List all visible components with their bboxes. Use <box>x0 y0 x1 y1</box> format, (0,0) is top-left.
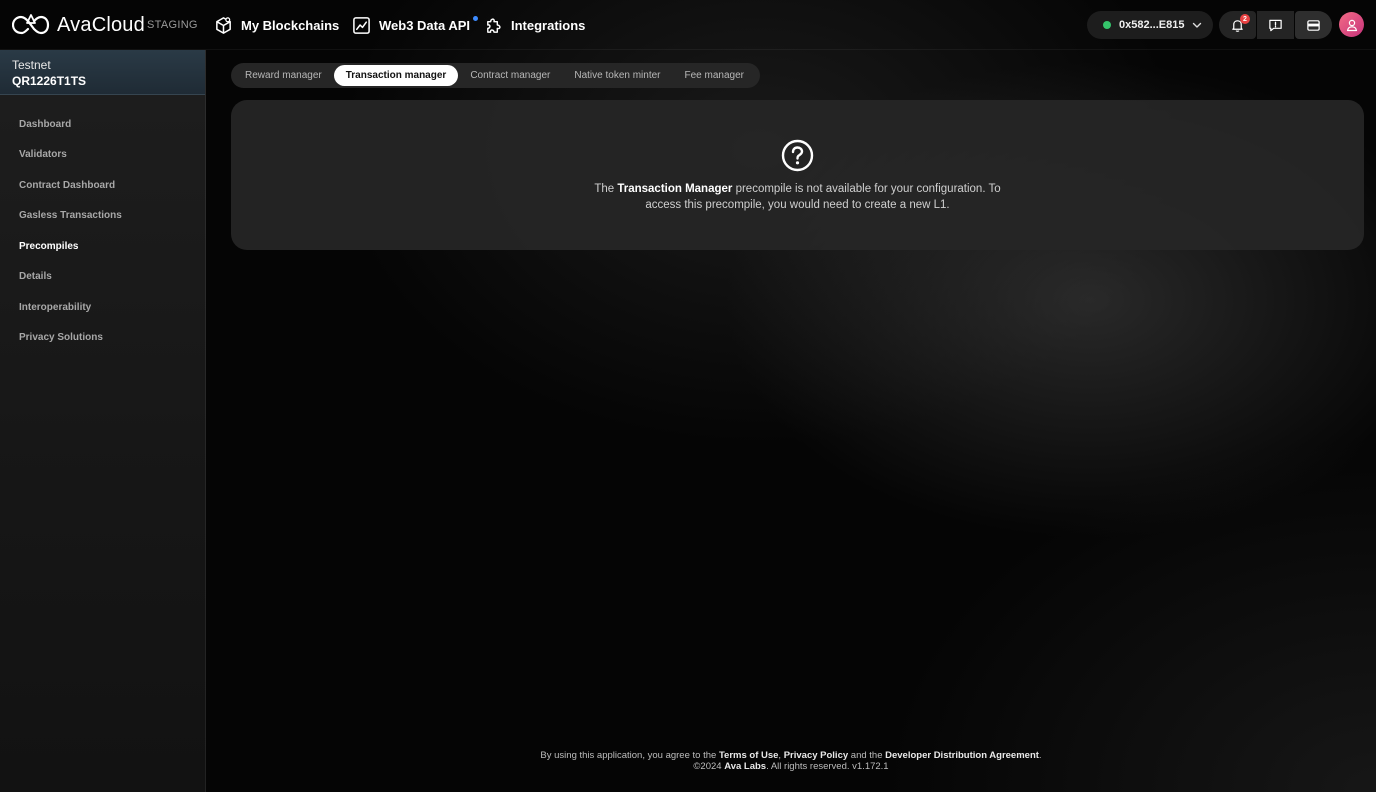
blockchain-cube-icon <box>216 16 231 34</box>
project-selector[interactable]: Testnet QR1226T1TS <box>0 50 205 95</box>
sidebar-item-gasless-transactions[interactable]: Gasless Transactions <box>0 201 205 232</box>
app-name: AvaCloud <box>57 13 145 36</box>
wallet-button[interactable] <box>1295 11 1332 39</box>
rights-text: . All rights reserved. <box>766 761 853 772</box>
message-line-1-rest: precompile is not available for your con… <box>732 183 1001 195</box>
sidebar-item-interoperability[interactable]: Interoperability <box>0 292 205 323</box>
unavailable-message-line-1: The Transaction Manager precompile is no… <box>231 181 1364 197</box>
new-indicator-dot <box>473 15 479 21</box>
sidebar-item-precompiles[interactable]: Precompiles <box>0 231 205 262</box>
sidebar-item-contract-dashboard[interactable]: Contract Dashboard <box>0 170 205 201</box>
privacy-policy-link[interactable]: Privacy Policy <box>784 750 848 761</box>
environment-label: STAGING <box>147 19 198 31</box>
tab-fee-manager[interactable]: Fee manager <box>673 65 756 86</box>
avacloud-logo-icon <box>12 14 50 35</box>
nav-integrations[interactable]: Integrations <box>484 13 585 37</box>
puzzle-icon <box>487 17 501 33</box>
connection-status-dot <box>1103 21 1111 29</box>
precompile-tabs: Reward manager Transaction manager Contr… <box>231 63 760 88</box>
project-name: QR1226T1TS <box>12 74 87 88</box>
header-action-icons: 2 <box>1219 11 1333 39</box>
footer-text-3: . <box>1038 750 1042 761</box>
nav-my-blockchains-label: My Blockchains <box>241 17 340 33</box>
feedback-icon <box>1269 19 1282 31</box>
nav-web3-data-api[interactable]: Web3 Data API <box>352 13 479 37</box>
footer-copyright-line: ©2024 Ava Labs. All rights reserved. v1.… <box>206 761 1376 772</box>
sidebar: Testnet QR1226T1TS Dashboard Validators … <box>0 50 206 792</box>
wallet-selector[interactable]: 0x582...E815 <box>1087 11 1213 39</box>
sidebar-nav: Dashboard Validators Contract Dashboard … <box>0 95 205 353</box>
notification-count-badge: 2 <box>1240 14 1250 24</box>
unavailable-notice-card: The Transaction Manager precompile is no… <box>231 100 1364 250</box>
sidebar-item-dashboard[interactable]: Dashboard <box>0 109 205 140</box>
user-avatar[interactable] <box>1339 12 1364 37</box>
user-avatar-icon <box>1346 19 1357 31</box>
chevron-down-icon <box>1193 22 1202 28</box>
sidebar-item-privacy-solutions[interactable]: Privacy Solutions <box>0 323 205 354</box>
top-bar: AvaCloud STAGING My Blockchains Web3 Dat… <box>0 0 1376 50</box>
precompile-name: Transaction Manager <box>617 183 733 195</box>
nav-integrations-label: Integrations <box>511 17 586 33</box>
feedback-button[interactable] <box>1257 11 1294 39</box>
chart-trend-icon <box>353 16 370 34</box>
unavailable-message: The Transaction Manager precompile is no… <box>231 181 1364 213</box>
tab-native-token-minter[interactable]: Native token minter <box>562 65 672 86</box>
avacloud-logo[interactable]: AvaCloud <box>12 11 145 39</box>
terms-of-use-link[interactable]: Terms of Use <box>719 750 778 761</box>
project-network: Testnet <box>12 58 51 72</box>
tab-reward-manager[interactable]: Reward manager <box>233 65 334 86</box>
wallet-address: 0x582...E815 <box>1119 19 1185 31</box>
question-circle-icon <box>781 139 814 172</box>
app-version: v1.172.1 <box>852 761 889 772</box>
sidebar-item-validators[interactable]: Validators <box>0 140 205 171</box>
nav-my-blockchains[interactable]: My Blockchains <box>214 13 339 37</box>
tab-contract-manager[interactable]: Contract manager <box>458 65 562 86</box>
footer-text-2: and the <box>848 750 886 761</box>
sidebar-item-details[interactable]: Details <box>0 262 205 293</box>
footer-text-1: By using this application, you agree to … <box>540 750 719 761</box>
copyright-text: ©2024 <box>693 761 725 772</box>
nav-web3-data-api-label: Web3 Data API <box>379 17 471 33</box>
tab-transaction-manager[interactable]: Transaction manager <box>333 65 459 86</box>
company-name: Ava Labs <box>724 761 767 772</box>
notifications-button[interactable]: 2 <box>1219 11 1256 39</box>
unavailable-message-line-2: access this precompile, you would need t… <box>645 199 950 211</box>
footer-legal-line: By using this application, you agree to … <box>206 750 1376 761</box>
developer-agreement-link[interactable]: Developer Distribution Agreement <box>885 750 1039 761</box>
wallet-card-icon <box>1307 19 1320 31</box>
message-prefix: The <box>594 183 618 195</box>
footer: By using this application, you agree to … <box>206 750 1376 772</box>
